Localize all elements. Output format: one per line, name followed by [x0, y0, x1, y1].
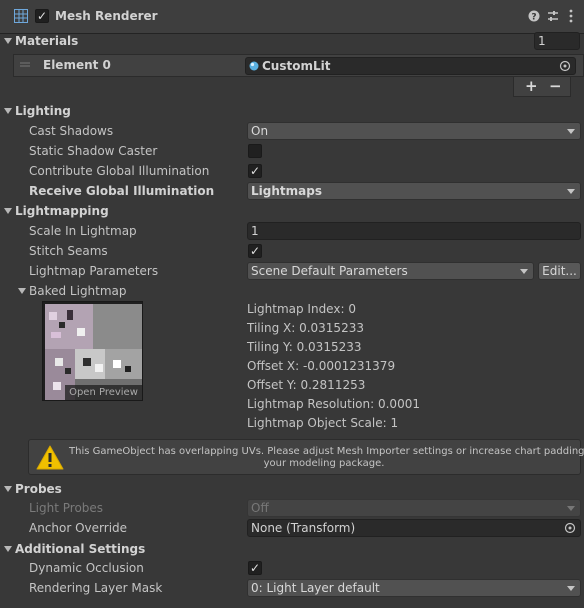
- dropdown-arrow-icon: [567, 129, 575, 134]
- rendering-layer-mask-label: Rendering Layer Mask: [29, 581, 163, 595]
- materials-section-header[interactable]: Materials: [0, 31, 584, 51]
- additional-settings-section-header[interactable]: Additional Settings: [0, 539, 584, 559]
- overlapping-uvs-warning: This GameObject has overlapping UVs. Ple…: [28, 439, 584, 475]
- object-picker-icon[interactable]: [564, 522, 576, 534]
- stitch-seams-checkbox[interactable]: ✓: [248, 244, 262, 258]
- lightmap-parameters-label: Lightmap Parameters: [29, 264, 159, 278]
- foldout-arrow-icon: [18, 288, 26, 294]
- foldout-arrow-icon: [4, 38, 12, 44]
- static-shadow-caster-label: Static Shadow Caster: [29, 144, 158, 158]
- offset-x-text: Offset X: -0.0001231379: [247, 359, 396, 373]
- lighting-section-header[interactable]: Lighting: [0, 101, 584, 121]
- offset-y-text: Offset Y: 0.2811253: [247, 378, 366, 392]
- lightmap-resolution-text: Lightmap Resolution: 0.0001: [247, 397, 420, 411]
- probes-section-header[interactable]: Probes: [0, 479, 584, 499]
- probes-section-title: Probes: [15, 482, 62, 496]
- anchor-override-label: Anchor Override: [29, 521, 128, 535]
- dropdown-arrow-icon: [567, 506, 575, 511]
- foldout-arrow-icon: [4, 108, 12, 114]
- element-0-material-field[interactable]: CustomLit: [245, 57, 576, 75]
- drag-handle-icon[interactable]: [20, 62, 30, 68]
- dropdown-arrow-icon: [567, 586, 575, 591]
- element-0-material-value: CustomLit: [262, 59, 331, 73]
- receive-gi-dropdown[interactable]: Lightmaps: [247, 182, 581, 200]
- preset-icon[interactable]: [547, 10, 559, 22]
- component-title: Mesh Renderer: [55, 9, 158, 23]
- foldout-arrow-icon: [4, 546, 12, 552]
- dropdown-arrow-icon: [520, 269, 528, 274]
- lightmap-object-scale-text: Lightmap Object Scale: 1: [247, 416, 399, 430]
- dynamic-occlusion-checkbox[interactable]: ✓: [248, 561, 262, 575]
- material-sphere-icon: [249, 61, 259, 71]
- light-probes-value: Off: [251, 501, 269, 515]
- receive-gi-value: Lightmaps: [251, 184, 322, 198]
- contribute-gi-label: Contribute Global Illumination: [29, 164, 210, 178]
- baked-lightmap-label: Baked Lightmap: [29, 284, 127, 298]
- materials-size-field[interactable]: 1: [534, 32, 580, 50]
- edit-parameters-button[interactable]: Edit...: [538, 262, 581, 280]
- stitch-seams-label: Stitch Seams: [29, 244, 108, 258]
- scale-in-lightmap-field[interactable]: 1: [247, 222, 581, 240]
- anchor-override-value: None (Transform): [251, 521, 356, 535]
- additional-settings-section-title: Additional Settings: [15, 542, 146, 556]
- cast-shadows-dropdown[interactable]: On: [247, 122, 581, 140]
- svg-text:?: ?: [531, 13, 536, 23]
- tiling-x-text: Tiling X: 0.0315233: [247, 321, 364, 335]
- contribute-gi-checkbox[interactable]: ✓: [248, 164, 262, 178]
- component-header: ✓ Mesh Renderer ?: [0, 0, 584, 34]
- lightmap-parameters-dropdown[interactable]: Scene Default Parameters: [247, 262, 534, 280]
- scale-in-lightmap-label: Scale In Lightmap: [29, 224, 137, 238]
- light-probes-label: Light Probes: [29, 501, 104, 515]
- element-0-label: Element 0: [43, 58, 111, 72]
- warning-icon: [36, 445, 64, 470]
- add-element-button[interactable]: +: [525, 77, 538, 95]
- tiling-y-text: Tiling Y: 0.0315233: [247, 340, 362, 354]
- materials-list: Element 0 CustomLit: [13, 54, 584, 77]
- open-preview-label[interactable]: Open Preview: [65, 385, 142, 400]
- cast-shadows-label: Cast Shadows: [29, 124, 114, 138]
- dynamic-occlusion-label: Dynamic Occlusion: [29, 561, 144, 575]
- materials-section-title: Materials: [15, 34, 79, 48]
- lightmapping-section-title: Lightmapping: [15, 204, 109, 218]
- help-icon[interactable]: ?: [528, 10, 540, 22]
- list-footer: + −: [513, 77, 571, 97]
- warning-message: This GameObject has overlapping UVs. Ple…: [69, 446, 584, 470]
- lightmapping-section-header[interactable]: Lightmapping: [0, 201, 584, 221]
- lightmap-parameters-value: Scene Default Parameters: [251, 264, 408, 278]
- anchor-override-field[interactable]: None (Transform): [247, 519, 581, 537]
- lightmap-preview[interactable]: Open Preview: [42, 301, 143, 401]
- warning-message-line-1: This GameObject has overlapping UVs. Ple…: [69, 446, 584, 457]
- foldout-arrow-icon: [4, 486, 12, 492]
- static-shadow-caster-checkbox[interactable]: [248, 144, 262, 158]
- rendering-layer-mask-value: 0: Light Layer default: [251, 581, 380, 595]
- warning-message-line-2: your modeling package.: [263, 458, 385, 469]
- component-enabled-checkbox[interactable]: ✓: [35, 9, 49, 23]
- lighting-section-title: Lighting: [15, 104, 71, 118]
- object-picker-icon[interactable]: [559, 60, 571, 72]
- mesh-renderer-icon: [14, 9, 28, 23]
- receive-gi-label: Receive Global Illumination: [29, 184, 215, 198]
- lightmap-index-text: Lightmap Index: 0: [247, 302, 356, 316]
- foldout-arrow-icon: [4, 208, 12, 214]
- light-probes-dropdown: Off: [247, 499, 581, 517]
- more-options-icon[interactable]: [568, 9, 574, 23]
- cast-shadows-value: On: [251, 124, 269, 138]
- dropdown-arrow-icon: [567, 189, 575, 194]
- rendering-layer-mask-dropdown[interactable]: 0: Light Layer default: [247, 579, 581, 597]
- remove-element-button[interactable]: −: [549, 77, 562, 95]
